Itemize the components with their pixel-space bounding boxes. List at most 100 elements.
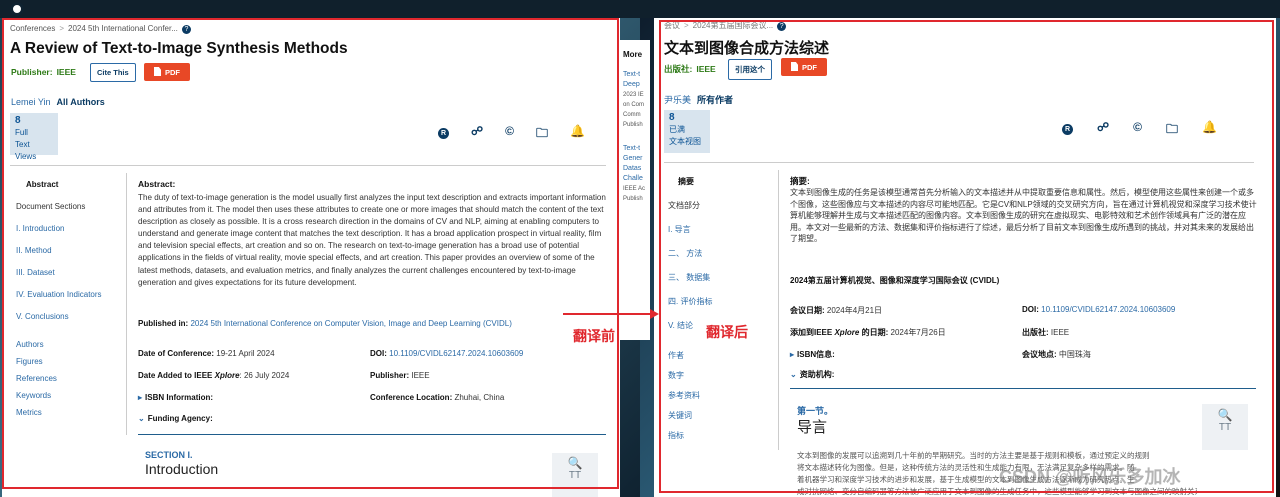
text-size-icon[interactable]: TT <box>1202 422 1248 433</box>
nav-references[interactable]: References <box>16 374 102 383</box>
more-item[interactable]: Text-t <box>623 70 650 80</box>
date-conf-value: 2024年4月21日 <box>826 306 883 315</box>
author-link[interactable]: 尹乐美 <box>664 95 691 105</box>
nav-figures[interactable]: Figures <box>16 357 102 366</box>
funding-expander[interactable]: ⌄ 资助机构: <box>790 369 834 380</box>
nav-document-sections[interactable]: 文档部分 <box>668 200 712 211</box>
share-icon[interactable]: ☍ <box>1097 120 1109 141</box>
more-heading: More <box>623 50 643 59</box>
nav-method[interactable]: 二、 方法 <box>668 248 712 259</box>
help-icon[interactable]: ? <box>181 25 191 34</box>
conference-location: Conference Location: Zhuhai, China <box>370 393 504 402</box>
location-value: Zhuhai, China <box>454 393 505 402</box>
arrow-shaft <box>563 313 653 315</box>
author-link[interactable]: Lemei Yin <box>11 97 51 107</box>
nav-authors[interactable]: Authors <box>16 340 102 349</box>
nav-conclusions[interactable]: V. Conclusions <box>16 312 102 321</box>
published-in-link[interactable]: 2024 5th International Conference on Com… <box>190 319 511 328</box>
cite-this-button[interactable]: Cite This <box>90 63 136 82</box>
date-added-italic: Xplore <box>214 371 240 380</box>
pdf-button[interactable]: PDF <box>144 63 190 81</box>
more-item: Publish <box>623 196 643 202</box>
chevron-down-icon: ⌄ <box>790 370 797 379</box>
all-authors-link[interactable]: 所有作者 <box>697 95 733 105</box>
copyright-icon[interactable]: © <box>1133 120 1142 141</box>
pdf-label: PDF <box>802 63 817 72</box>
isbn-label: ISBN Information: <box>145 393 214 402</box>
abstract-label: Abstract: <box>138 179 176 189</box>
help-icon[interactable]: ? <box>777 22 787 31</box>
publisher-meta: 出版社: IEEE <box>1022 327 1069 338</box>
views-label-1: 已满 <box>669 125 685 134</box>
body-line: 文本到图像的发展可以追溯到几十年前的早期研究。当时的方法主要是基于规则和模板，通… <box>797 451 1150 460</box>
nav-evaluation-indicators[interactable]: IV. Evaluation Indicators <box>16 290 102 299</box>
nav-metrics[interactable]: 指标 <box>668 430 712 441</box>
more-item[interactable]: Challe <box>623 174 650 184</box>
nav-introduction[interactable]: I. Introduction <box>16 224 102 233</box>
nav-document-sections[interactable]: Document Sections <box>16 202 102 211</box>
nav-metrics[interactable]: Metrics <box>16 408 102 417</box>
nav-divider <box>126 173 127 435</box>
nav-references[interactable]: 参考资料 <box>668 390 712 401</box>
reading-tools: 🔍 TT <box>1202 404 1248 450</box>
section-kicker: SECTION I. <box>145 450 193 460</box>
more-item[interactable]: Datas <box>623 164 650 174</box>
nav-keywords[interactable]: 关键词 <box>668 410 712 421</box>
text-views-badge: 8 已满 文本视图 <box>664 110 710 153</box>
search-icon[interactable]: 🔍 <box>552 456 598 470</box>
isbn-expander[interactable]: ▸ ISBN Information: <box>138 393 213 402</box>
more-like-this-card: More Text-t Deep 2023 IE on Com Comm Pub… <box>620 40 650 340</box>
breadcrumb-item[interactable]: Conferences <box>10 24 55 33</box>
english-page-panel: Conferences >2024 5th International Confe… <box>2 18 620 497</box>
nav-introduction[interactable]: I. 导言 <box>668 224 712 235</box>
breadcrumb-item[interactable]: 会议 <box>664 21 680 30</box>
more-item[interactable]: Text-t <box>623 144 650 154</box>
more-item[interactable]: Gener <box>623 154 650 164</box>
pdf-button[interactable]: PDF <box>781 58 827 76</box>
rights-icon[interactable]: R <box>1062 120 1073 141</box>
views-label-2: Text Views <box>15 140 37 161</box>
funding-label: Funding Agency: <box>147 414 213 423</box>
share-icon[interactable]: ☍ <box>471 124 483 145</box>
date-added-value: 2024年7月26日 <box>890 328 946 337</box>
copyright-icon[interactable]: © <box>505 124 514 145</box>
breadcrumb-item[interactable]: 2024第五届国际会议... <box>693 21 773 30</box>
nav-authors[interactable]: 作者 <box>668 350 712 361</box>
nav-dataset[interactable]: III. Dataset <box>16 268 102 277</box>
views-count: 8 <box>15 115 21 126</box>
document-nav: Abstract Document Sections I. Introducti… <box>16 180 102 430</box>
folder-icon[interactable]: 🗀 <box>536 124 548 145</box>
funding-expander[interactable]: ⌄ Funding Agency: <box>138 414 213 423</box>
nav-evaluation-indicators[interactable]: 四. 评价指标 <box>668 296 712 307</box>
doi: DOI: 10.1109/CVIDL62147.2024.10603609 <box>370 349 523 358</box>
published-in-label: Published in: <box>138 319 189 328</box>
cite-this-button[interactable]: 引用这个 <box>728 59 772 80</box>
nav-dataset[interactable]: 三、 数据集 <box>668 272 712 283</box>
nav-method[interactable]: II. Method <box>16 246 102 255</box>
more-item: Comm <box>623 112 641 118</box>
bell-icon[interactable]: 🔔 <box>570 124 585 145</box>
doi-label: DOI: <box>1022 305 1039 314</box>
conference-location: 会议地点: 中国珠海 <box>1022 349 1091 360</box>
nav-figures[interactable]: 数字 <box>668 370 712 381</box>
nav-abstract[interactable]: 摘要 <box>678 176 712 187</box>
folder-icon[interactable]: 🗀 <box>1166 120 1178 141</box>
pdf-icon <box>791 62 798 71</box>
all-authors-link[interactable]: All Authors <box>57 97 105 107</box>
nav-abstract[interactable]: Abstract <box>26 180 102 189</box>
section-title: Introduction <box>145 461 219 477</box>
date-added-label: 添加到IEEE <box>790 328 833 337</box>
isbn-label: ISBN信息: <box>797 350 835 359</box>
pdf-label: PDF <box>165 68 180 77</box>
doi-link[interactable]: 10.1109/CVIDL62147.2024.10603609 <box>389 349 523 358</box>
bell-icon[interactable]: 🔔 <box>1202 120 1217 141</box>
rights-icon[interactable]: R <box>438 124 449 145</box>
search-icon[interactable]: 🔍 <box>1202 408 1248 422</box>
publisher-meta: Publisher: IEEE <box>370 371 430 380</box>
doi-link[interactable]: 10.1109/CVIDL62147.2024.10603609 <box>1041 305 1175 314</box>
more-item[interactable]: Deep <box>623 80 650 90</box>
text-size-icon[interactable]: TT <box>552 470 598 481</box>
nav-keywords[interactable]: Keywords <box>16 391 102 400</box>
isbn-expander[interactable]: ▸ ISBN信息: <box>790 349 835 360</box>
breadcrumb-item[interactable]: 2024 5th International Confer... <box>68 24 178 33</box>
